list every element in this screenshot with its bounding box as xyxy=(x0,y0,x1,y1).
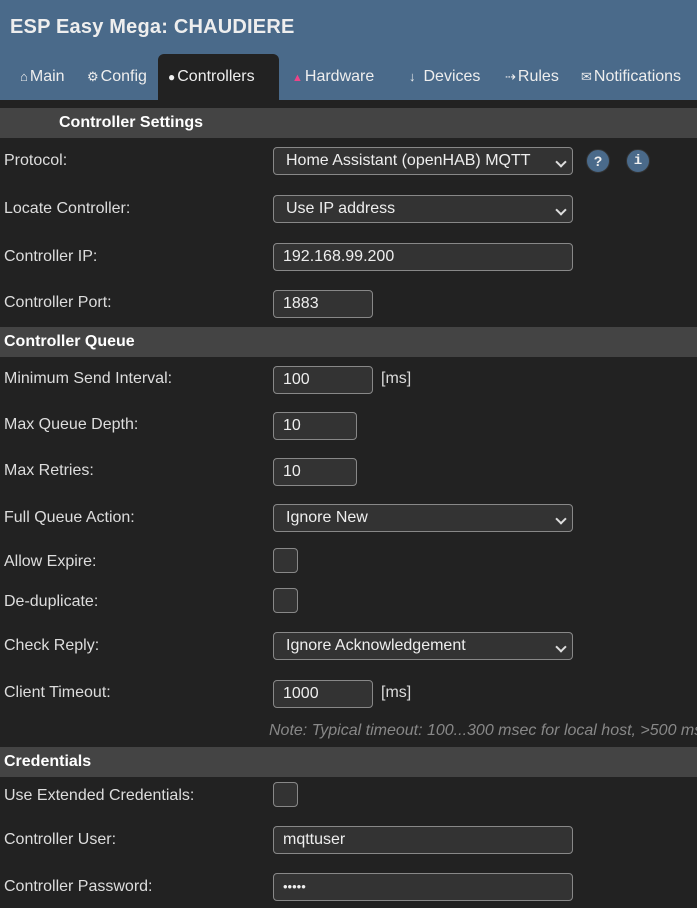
app-title: ESP Easy Mega: CHAUDIERE xyxy=(10,16,295,38)
tab-notifications[interactable]: ✉ Notifications xyxy=(581,54,681,100)
deduplicate-checkbox[interactable] xyxy=(273,588,298,613)
arrow-icon: ⇢ xyxy=(505,69,516,84)
client-timeout-unit: [ms] xyxy=(381,684,412,701)
full-queue-action-select[interactable]: Ignore New xyxy=(273,504,573,532)
home-icon: ⌂ xyxy=(20,69,28,84)
max-retries-label: Max Retries: xyxy=(4,462,94,479)
controller-ip-input[interactable]: 192.168.99.200 xyxy=(273,243,573,271)
deduplicate-label: De-duplicate: xyxy=(4,593,99,610)
client-timeout-input[interactable]: 1000 xyxy=(273,680,373,708)
section-credentials: Credentials xyxy=(0,747,697,777)
use-extended-credentials-label: Use Extended Credentials: xyxy=(4,787,195,804)
protocol-label: Protocol: xyxy=(4,152,68,169)
main-nav: ⌂ Main ⚙ Config ● Controllers ▲ Hardware ↓ De… xyxy=(0,54,697,100)
client-timeout-label: Client Timeout: xyxy=(4,684,111,701)
controller-port-label: Controller Port: xyxy=(4,294,112,311)
speech-bubble-icon: ● xyxy=(168,70,176,84)
envelope-icon: ✉ xyxy=(581,69,592,84)
tab-devices[interactable]: ↓ Devices xyxy=(409,54,480,100)
chevron-down-icon xyxy=(555,513,567,525)
app-header: ESP Easy Mega: CHAUDIERE ⌂ Main ⚙ Config ●… xyxy=(0,0,697,100)
section-controller-queue: Controller Queue xyxy=(0,327,697,357)
check-reply-label: Check Reply: xyxy=(4,637,100,654)
use-extended-credentials-checkbox[interactable] xyxy=(273,782,298,807)
chevron-down-icon xyxy=(555,204,567,216)
tab-config[interactable]: ⚙ Config xyxy=(87,54,147,100)
controller-port-input[interactable]: 1883 xyxy=(273,290,373,318)
timeout-note: Note: Typical timeout: 100...300 msec fo… xyxy=(269,722,697,739)
min-send-interval-input[interactable]: 100 xyxy=(273,366,373,394)
allow-expire-label: Allow Expire: xyxy=(4,553,97,570)
min-send-interval-label: Minimum Send Interval: xyxy=(4,370,173,387)
tab-hardware[interactable]: ▲ Hardware xyxy=(292,54,374,100)
chevron-down-icon xyxy=(555,641,567,653)
allow-expire-checkbox[interactable] xyxy=(273,548,298,573)
controller-password-label: Controller Password: xyxy=(4,878,153,895)
controller-ip-label: Controller IP: xyxy=(4,248,98,265)
check-reply-select[interactable]: Ignore Acknowledgement xyxy=(273,632,573,660)
min-send-interval-unit: [ms] xyxy=(381,370,412,387)
section-controller-settings: Controller Settings xyxy=(0,108,697,138)
max-retries-input[interactable]: 10 xyxy=(273,458,357,486)
pushpin-icon: ▲ xyxy=(292,72,303,84)
tab-main[interactable]: ⌂ Main xyxy=(20,54,65,100)
controller-password-input[interactable]: ••••• xyxy=(273,873,573,901)
help-button[interactable]: ? xyxy=(586,149,610,173)
tab-controllers[interactable]: ● Controllers xyxy=(158,54,279,100)
plug-icon: ↓ xyxy=(409,69,416,84)
chevron-down-icon xyxy=(555,156,567,168)
info-button[interactable]: i xyxy=(626,149,650,173)
full-queue-action-label: Full Queue Action: xyxy=(4,509,135,526)
gear-icon: ⚙ xyxy=(87,69,99,84)
max-queue-depth-label: Max Queue Depth: xyxy=(4,416,139,433)
max-queue-depth-input[interactable]: 10 xyxy=(273,412,357,440)
controller-user-label: Controller User: xyxy=(4,831,117,848)
controller-user-input[interactable]: mqttuser xyxy=(273,826,573,854)
tab-rules[interactable]: ⇢ Rules xyxy=(505,54,559,100)
locate-controller-label: Locate Controller: xyxy=(4,200,131,217)
protocol-select[interactable]: Home Assistant (openHAB) MQTT xyxy=(273,147,573,175)
locate-controller-select[interactable]: Use IP address xyxy=(273,195,573,223)
